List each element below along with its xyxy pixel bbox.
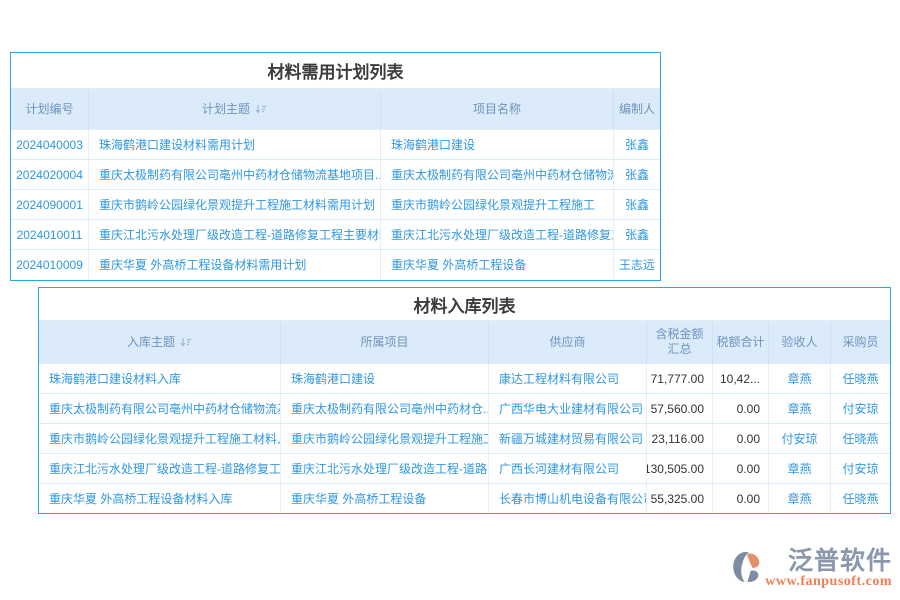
page: 材料需用计划列表 计划编号 计划主题 项目名称 编制人 2024040003 珠… (0, 0, 900, 600)
table-row[interactable]: 重庆江北污水处理厂级改造工程-道路修复工程... 重庆江北污水处理厂级改造工程-… (39, 453, 890, 483)
inbound-table: 材料入库列表 入库主题 所属项目 供应商 含税金额汇总 税额合计 (38, 287, 891, 514)
inspector-cell: 章燕 (769, 364, 831, 393)
inspector-cell: 章燕 (769, 484, 831, 513)
fanpu-logo: 泛普软件 www.fanpusoft.com (731, 548, 892, 590)
tax-total-cell: 0.00 (713, 484, 769, 513)
table-row[interactable]: 2024020004 重庆太极制药有限公司亳州中药材仓储物流基地项目... 重庆… (11, 159, 660, 189)
plan-subject-link[interactable]: 重庆太极制药有限公司亳州中药材仓储物流基地项目... (89, 160, 381, 189)
tax-total-cell: 0.00 (713, 424, 769, 453)
purchaser-cell: 付安琼 (831, 394, 890, 423)
column-header-supplier: 供应商 (489, 321, 647, 363)
inspector-cell: 章燕 (769, 394, 831, 423)
preparer-cell: 张鑫 (614, 130, 660, 159)
inbound-table-title: 材料入库列表 (39, 288, 890, 321)
owning-project-link[interactable]: 重庆太极制药有限公司亳州中药材仓... (281, 394, 489, 423)
column-header-purchaser: 采购员 (831, 321, 890, 363)
purchaser-cell: 任晓燕 (831, 424, 890, 453)
inspector-cell: 章燕 (769, 454, 831, 483)
tax-incl-amount-cell: 57,560.00 (647, 394, 713, 423)
supplier-link[interactable]: 广西华电大业建材有限公司 (489, 394, 647, 423)
purchaser-cell: 任晓燕 (831, 484, 890, 513)
inspector-cell: 付安琼 (769, 424, 831, 453)
plan-table-title: 材料需用计划列表 (11, 53, 660, 89)
plan-table-header-row: 计划编号 计划主题 项目名称 编制人 (11, 89, 660, 129)
tax-total-cell: 10,42... (713, 364, 769, 393)
preparer-cell: 王志远 (614, 250, 660, 279)
brand-name: 泛普软件 (788, 548, 892, 574)
inbound-subject-link[interactable]: 重庆华夏 外高桥工程设备材料入库 (39, 484, 281, 513)
plan-no-cell: 2024010009 (11, 250, 89, 279)
plan-no-cell: 2024020004 (11, 160, 89, 189)
supplier-link[interactable]: 长春市博山机电设备有限公司 (489, 484, 647, 513)
column-header-inspector: 验收人 (769, 321, 831, 363)
brand-url[interactable]: www.fanpusoft.com (765, 574, 892, 590)
plan-no-cell: 2024090001 (11, 190, 89, 219)
preparer-cell: 张鑫 (614, 160, 660, 189)
column-header-project-name: 项目名称 (381, 89, 614, 129)
purchaser-cell: 付安琼 (831, 454, 890, 483)
plan-subject-link[interactable]: 重庆江北污水处理厂级改造工程-道路修复工程主要材料 (89, 220, 381, 249)
table-row[interactable]: 2024040003 珠海鹤港口建设材料需用计划 珠海鹤港口建设 张鑫 (11, 129, 660, 159)
plan-table: 材料需用计划列表 计划编号 计划主题 项目名称 编制人 2024040003 珠… (10, 52, 661, 281)
owning-project-link[interactable]: 重庆江北污水处理厂级改造工程-道路... (281, 454, 489, 483)
table-row[interactable]: 重庆太极制药有限公司亳州中药材仓储物流基... 重庆太极制药有限公司亳州中药材仓… (39, 393, 890, 423)
tax-total-cell: 0.00 (713, 454, 769, 483)
project-name-link[interactable]: 重庆华夏 外高桥工程设备 (381, 250, 614, 279)
project-name-link[interactable]: 重庆市鹅岭公园绿化景观提升工程施工 (381, 190, 614, 219)
owning-project-link[interactable]: 珠海鹤港口建设 (281, 364, 489, 393)
sort-icon[interactable] (180, 336, 192, 348)
plan-no-cell: 2024010011 (11, 220, 89, 249)
tax-incl-amount-cell: 23,116.00 (647, 424, 713, 453)
fanpu-logo-icon (731, 550, 761, 584)
plan-subject-link[interactable]: 重庆市鹅岭公园绿化景观提升工程施工材料需用计划 (89, 190, 381, 219)
project-name-link[interactable]: 重庆江北污水处理厂级改造工程-道路修复工程 (381, 220, 614, 249)
column-header-tax-incl-amount: 含税金额汇总 (647, 321, 713, 363)
plan-subject-link[interactable]: 重庆华夏 外高桥工程设备材料需用计划 (89, 250, 381, 279)
tax-incl-amount-cell: 55,325.00 (647, 484, 713, 513)
purchaser-cell: 任晓燕 (831, 364, 890, 393)
table-row[interactable]: 重庆市鹅岭公园绿化景观提升工程施工材料入库 重庆市鹅岭公园绿化景观提升工程施工 … (39, 423, 890, 453)
tax-incl-amount-cell: 130,505.00 (647, 454, 713, 483)
sort-icon[interactable] (255, 103, 267, 115)
owning-project-link[interactable]: 重庆华夏 外高桥工程设备 (281, 484, 489, 513)
table-row[interactable]: 珠海鹤港口建设材料入库 珠海鹤港口建设 康达工程材料有限公司 71,777.00… (39, 363, 890, 393)
supplier-link[interactable]: 康达工程材料有限公司 (489, 364, 647, 393)
supplier-link[interactable]: 广西长河建材有限公司 (489, 454, 647, 483)
table-row[interactable]: 2024090001 重庆市鹅岭公园绿化景观提升工程施工材料需用计划 重庆市鹅岭… (11, 189, 660, 219)
column-header-owning-project: 所属项目 (281, 321, 489, 363)
tax-total-cell: 0.00 (713, 394, 769, 423)
tax-incl-amount-cell: 71,777.00 (647, 364, 713, 393)
column-header-inbound-subject[interactable]: 入库主题 (39, 321, 281, 363)
inbound-subject-link[interactable]: 重庆市鹅岭公园绿化景观提升工程施工材料入库 (39, 424, 281, 453)
inbound-subject-link[interactable]: 重庆太极制药有限公司亳州中药材仓储物流基... (39, 394, 281, 423)
column-header-tax-total: 税额合计 (713, 321, 769, 363)
table-row[interactable]: 2024010009 重庆华夏 外高桥工程设备材料需用计划 重庆华夏 外高桥工程… (11, 249, 660, 279)
column-header-plan-subject[interactable]: 计划主题 (89, 89, 381, 129)
column-header-plan-no: 计划编号 (11, 89, 89, 129)
table-row[interactable]: 2024010011 重庆江北污水处理厂级改造工程-道路修复工程主要材料 重庆江… (11, 219, 660, 249)
plan-no-cell: 2024040003 (11, 130, 89, 159)
inbound-subject-link[interactable]: 珠海鹤港口建设材料入库 (39, 364, 281, 393)
inbound-table-header-row: 入库主题 所属项目 供应商 含税金额汇总 税额合计 验收人 (39, 321, 890, 363)
preparer-cell: 张鑫 (614, 220, 660, 249)
table-row[interactable]: 重庆华夏 外高桥工程设备材料入库 重庆华夏 外高桥工程设备 长春市博山机电设备有… (39, 483, 890, 513)
inbound-subject-link[interactable]: 重庆江北污水处理厂级改造工程-道路修复工程... (39, 454, 281, 483)
column-header-preparer: 编制人 (614, 89, 660, 129)
supplier-link[interactable]: 新疆万城建材贸易有限公司 (489, 424, 647, 453)
project-name-link[interactable]: 珠海鹤港口建设 (381, 130, 614, 159)
preparer-cell: 张鑫 (614, 190, 660, 219)
plan-subject-link[interactable]: 珠海鹤港口建设材料需用计划 (89, 130, 381, 159)
project-name-link[interactable]: 重庆太极制药有限公司亳州中药材仓储物流... (381, 160, 614, 189)
owning-project-link[interactable]: 重庆市鹅岭公园绿化景观提升工程施工 (281, 424, 489, 453)
